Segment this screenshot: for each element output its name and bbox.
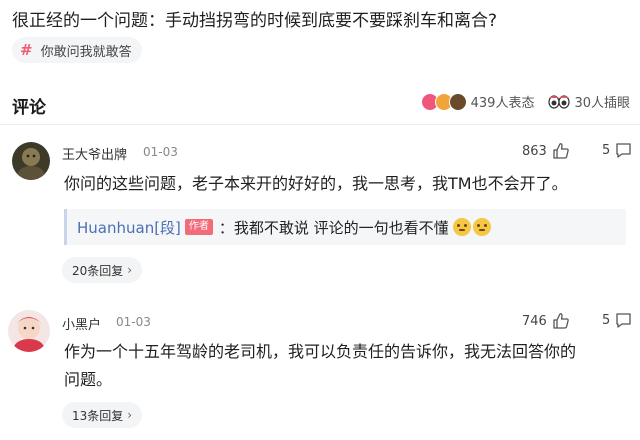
emoji-icon	[472, 218, 491, 236]
chevron-right-icon: ›	[127, 408, 133, 422]
comment-date: 01-03	[143, 145, 178, 159]
topic-tag[interactable]: # 你敢问我就敢答	[12, 37, 142, 63]
comment-text-line: 作为一个十五年驾龄的老司机，我可以负责任的告诉你，我无法回答你的	[64, 342, 577, 361]
thumbs-up-icon	[553, 143, 569, 159]
view-replies-button[interactable]: 20条回复 ›	[62, 257, 143, 283]
chevron-right-icon: ›	[127, 263, 133, 277]
quote-author-name[interactable]: Huanhuan[段]	[77, 217, 181, 238]
comment-username[interactable]: 小黑户	[62, 314, 101, 333]
post-title: 很正经的一个问题：手动挡拐弯的时候到底要不要踩刹车和离合?	[12, 11, 498, 31]
reply-icon-button[interactable]: 5	[602, 142, 632, 159]
reactions-count[interactable]: 439人表态	[471, 92, 535, 111]
reply-bubble-icon	[616, 313, 631, 328]
reply-icon-button[interactable]: 5	[602, 312, 632, 329]
comment-text: 你问的这些问题，老子本来开的好好的，我一思考，我TM也不会开了。	[64, 174, 568, 193]
reply-bubble-icon	[616, 143, 631, 158]
insert-eye-count[interactable]: 30人插眼	[574, 92, 630, 111]
emoji-icon	[452, 218, 471, 236]
like-button[interactable]: 746	[522, 312, 570, 330]
topic-tag-label: 你敢问我就敢答	[40, 44, 132, 60]
reply-count: 5	[602, 143, 611, 158]
quote-text: ：我都不敢说 评论的一句也看不懂	[218, 218, 449, 237]
comment-username[interactable]: 王大爷出牌	[62, 144, 127, 163]
hash-icon: #	[20, 41, 33, 59]
hat-reaction-icon	[448, 92, 467, 111]
view-replies-label: 20条回复	[72, 263, 124, 278]
comment-stats: 439人表态 30人插眼	[420, 92, 630, 111]
comment-text-line: 问题。	[64, 370, 113, 389]
reply-count: 5	[602, 313, 611, 328]
section-divider	[0, 124, 640, 125]
avatar[interactable]	[12, 142, 50, 180]
like-button[interactable]: 863	[522, 142, 570, 160]
comments-section-title: 评论	[12, 98, 46, 118]
like-count: 746	[522, 313, 547, 329]
eye-icon[interactable]	[548, 94, 571, 109]
author-badge: 作者	[184, 219, 213, 235]
comment-date: 01-03	[116, 315, 151, 329]
reaction-emojis[interactable]	[420, 92, 467, 111]
view-replies-button[interactable]: 13条回复 ›	[62, 402, 143, 428]
view-replies-label: 13条回复	[72, 408, 124, 423]
comment-text: 作为一个十五年驾龄的老司机，我可以负责任的告诉你，我无法回答你的 问题。	[64, 338, 634, 394]
author-reply-quote[interactable]: Huanhuan[段] 作者 ：我都不敢说 评论的一句也看不懂	[64, 209, 626, 245]
thumbs-up-icon	[553, 313, 569, 329]
avatar[interactable]	[8, 310, 50, 352]
like-count: 863	[522, 143, 547, 159]
